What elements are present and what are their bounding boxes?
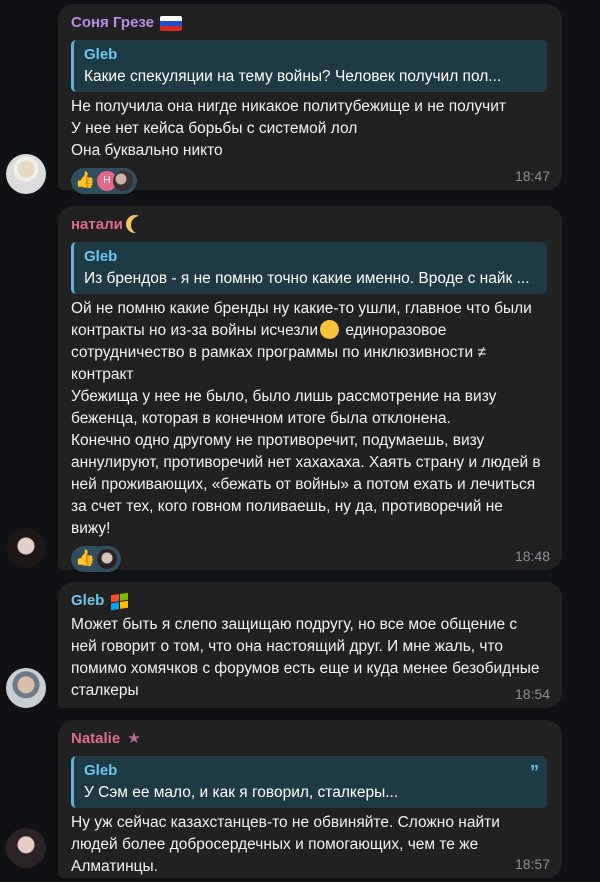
reactions-bar: 👍 Н [71, 168, 548, 194]
reaction-thumbs-up[interactable]: 👍 Н [71, 168, 137, 194]
avatar[interactable] [6, 154, 46, 194]
message-text: Может быть я слепо защищаю подругу, но в… [71, 616, 540, 699]
reaction-thumbs-up[interactable]: 👍 [71, 546, 121, 572]
reply-quote[interactable]: Gleb Какие спекуляции на тему войны? Чел… [71, 40, 547, 92]
message-bubble[interactable]: Соня Грезе Gleb Какие спекуляции на тему… [58, 4, 562, 194]
reply-quote[interactable]: Gleb У Сэм ее мало, и как я говорил, ста… [71, 756, 547, 808]
windows-logo-icon [111, 592, 129, 610]
message-bubble[interactable]: Gleb Может быть я слепо защищаю подругу,… [58, 582, 562, 708]
message-text: Не получила она нигде никакое политубежи… [71, 98, 507, 159]
message-text: Ой не помню какие бренды ну какие-то ушл… [71, 300, 541, 537]
message-time: 18:48 [514, 548, 550, 564]
quote-mark-icon: ” [530, 762, 539, 782]
avatar[interactable] [6, 528, 46, 568]
quote-author: Gleb [84, 762, 118, 779]
russia-flag-icon [160, 15, 183, 31]
sender-name[interactable]: Gleb [71, 590, 548, 612]
grinning-face-icon [320, 320, 339, 339]
quote-text: Какие спекуляции на тему войны? Человек … [84, 68, 502, 85]
message-bubble[interactable]: натали Gleb Из брендов - я не помню точн… [58, 206, 562, 572]
quote-text: Из брендов - я не помню точно какие имен… [84, 270, 530, 287]
sender-name[interactable]: Natalie ★ [71, 728, 548, 750]
message-time: 18:57 [514, 856, 550, 872]
message-bubble[interactable]: Natalie ★ Gleb У Сэм ее мало, и как я го… [58, 720, 562, 878]
quote-text: У Сэм ее мало, и как я говорил, сталкеры… [84, 784, 399, 801]
crescent-moon-icon [131, 216, 149, 234]
message-time: 18:54 [514, 686, 550, 702]
star-icon: ★ [127, 730, 141, 747]
thumbs-up-icon: 👍 [75, 172, 95, 189]
reactor-avatar [96, 549, 117, 569]
quote-author: Gleb [84, 46, 118, 63]
avatar[interactable] [6, 828, 46, 868]
avatar[interactable] [6, 668, 46, 708]
reply-quote[interactable]: Gleb Из брендов - я не помню точно какие… [71, 242, 547, 294]
thumbs-up-icon: 👍 [75, 550, 95, 567]
message-time: 18:47 [514, 168, 550, 184]
reactor-avatar [112, 171, 133, 191]
reactions-bar: 👍 [71, 546, 548, 572]
quote-author: Gleb [84, 248, 118, 265]
sender-name[interactable]: натали [71, 214, 548, 236]
sender-name[interactable]: Соня Грезе [71, 12, 548, 34]
message-text: Ну уж сейчас казахстанцев-то не обвиняйт… [71, 814, 500, 875]
